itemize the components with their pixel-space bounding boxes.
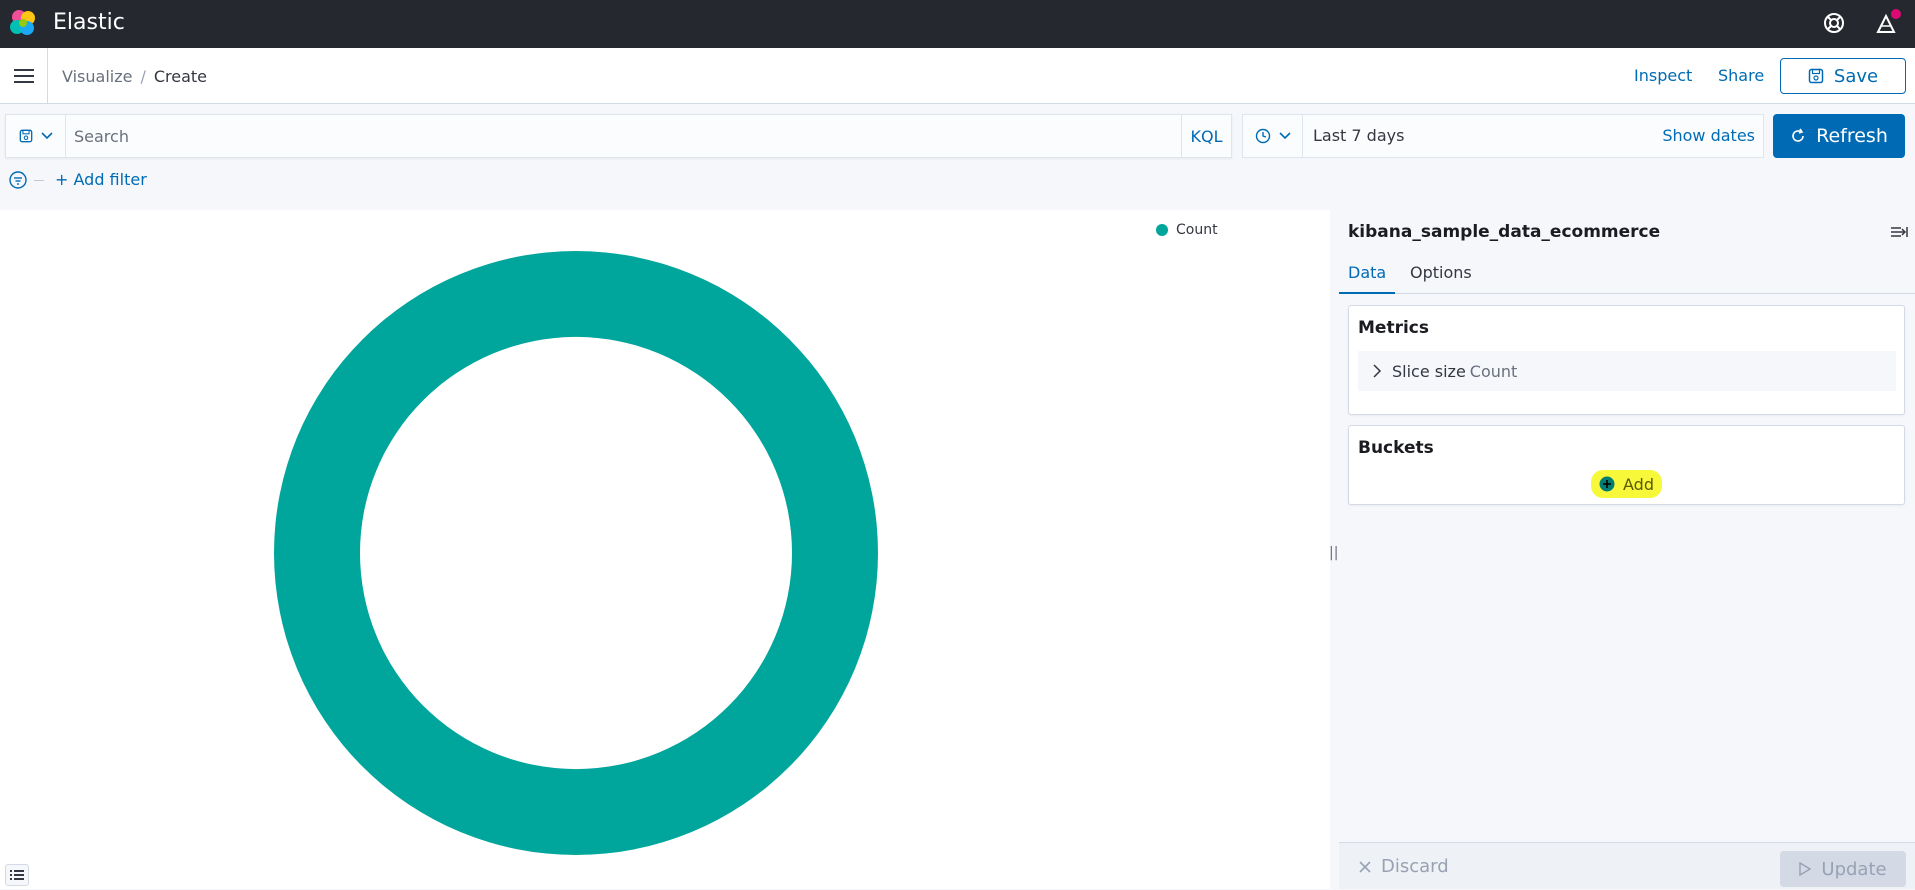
toggle-list-button[interactable] (5, 864, 29, 886)
filter-divider (34, 180, 44, 181)
help-icon[interactable] (1821, 10, 1847, 36)
tab-options[interactable]: Options (1401, 252, 1481, 294)
menu-button[interactable] (0, 48, 48, 104)
refresh-button[interactable]: Refresh (1773, 114, 1905, 158)
close-icon (1359, 860, 1371, 873)
breadcrumb-visualize[interactable]: Visualize (62, 67, 132, 86)
editor-bottom-bar: Discard Update (1339, 842, 1915, 889)
legend-item-count[interactable]: Count (1176, 222, 1218, 238)
inspect-button[interactable]: Inspect (1634, 48, 1692, 104)
buckets-panel: Buckets Add (1348, 425, 1905, 505)
chevron-down-icon (40, 132, 53, 140)
chevron-down-icon (1278, 132, 1291, 140)
save-icon (19, 129, 32, 143)
collapse-sidebar-icon[interactable] (1889, 222, 1909, 242)
discard-label: Discard (1381, 856, 1449, 877)
clock-icon (1255, 128, 1270, 144)
play-icon (1799, 862, 1812, 876)
discard-button[interactable]: Discard (1359, 843, 1449, 890)
newsfeed-icon[interactable] (1872, 8, 1902, 38)
metrics-panel: Metrics Slice size Count (1348, 305, 1905, 415)
update-button[interactable]: Update (1780, 851, 1906, 887)
slice-size-aggregation[interactable]: Slice size Count (1358, 351, 1896, 391)
show-dates-button[interactable]: Show dates (1662, 115, 1755, 157)
date-range-label[interactable]: Last 7 days (1313, 115, 1404, 157)
refresh-label: Refresh (1816, 125, 1888, 147)
refresh-icon (1792, 128, 1804, 142)
buckets-title: Buckets (1358, 438, 1434, 458)
donut-chart (274, 251, 878, 855)
filter-icon[interactable] (8, 170, 28, 190)
app-header: Visualize / Create Inspect Share Save (0, 48, 1915, 104)
plus-circle-icon (1599, 476, 1615, 492)
breadcrumb: Visualize / Create (62, 48, 207, 104)
breadcrumb-create: Create (153, 66, 208, 86)
save-icon (1808, 68, 1824, 84)
quick-select-button[interactable] (1243, 115, 1303, 157)
elastic-logo-icon[interactable] (8, 8, 38, 38)
brand-title[interactable]: Elastic (53, 8, 125, 38)
add-bucket-button[interactable]: Add (1591, 470, 1662, 498)
tab-data[interactable]: Data (1339, 252, 1396, 294)
share-button[interactable]: Share (1718, 48, 1764, 104)
donut-slice-count[interactable] (274, 251, 878, 855)
save-label: Save (1833, 65, 1879, 87)
aggregation-label: Slice size (1392, 361, 1466, 381)
aggregation-description: Count (1469, 361, 1518, 381)
add-filter-button[interactable]: + Add filter (55, 168, 147, 192)
resize-handle[interactable]: || (1329, 545, 1338, 561)
hamburger-icon (13, 69, 34, 83)
saved-query-button[interactable] (6, 115, 66, 157)
update-label: Update (1821, 858, 1887, 880)
legend-color-swatch (1156, 224, 1168, 236)
kql-toggle-button[interactable]: KQL (1181, 115, 1231, 157)
metrics-title: Metrics (1358, 318, 1429, 338)
list-icon (10, 870, 24, 880)
global-header: Elastic (0, 0, 1915, 48)
search-input[interactable] (74, 115, 1174, 157)
index-pattern-title: kibana_sample_data_ecommerce (1348, 222, 1661, 242)
breadcrumb-separator: / (140, 66, 146, 86)
chart-legend[interactable]: Count (1156, 222, 1218, 238)
date-picker: Last 7 days Show dates (1242, 114, 1764, 158)
save-button[interactable]: Save (1780, 58, 1906, 94)
chevron-right-icon[interactable] (1372, 364, 1382, 378)
add-bucket-label: Add (1623, 474, 1654, 494)
sidebar-tabs: Data Options (1339, 252, 1915, 294)
query-bar: KQL (5, 114, 1232, 158)
editor-sidebar: kibana_sample_data_ecommerce Data Option… (1339, 210, 1915, 889)
